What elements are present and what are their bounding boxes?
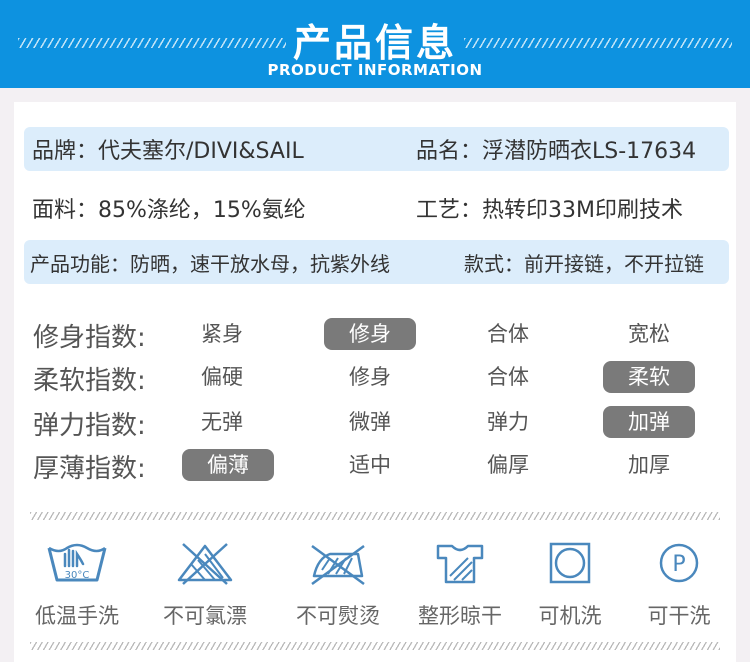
index-option-selected: 柔软 <box>603 361 695 393</box>
index-option: 无弹 <box>201 410 243 434</box>
care-item-line-dry: 整形晾干 <box>405 540 515 630</box>
index-option-selected: 修身 <box>324 318 416 350</box>
fabric-text: 面料：85%涤纶，15%氨纶 <box>32 198 306 223</box>
care-item-machine-wash: 可机洗 <box>515 540 625 630</box>
care-label: 可机洗 <box>538 604 602 628</box>
brand-text: 品牌：代夫塞尔/DIVI&SAIL <box>32 139 304 164</box>
index-option: 加厚 <box>628 453 670 477</box>
index-row-softness: 柔软指数: 偏硬 修身 合体 柔软 <box>0 356 750 396</box>
index-option: 偏硬 <box>201 365 243 389</box>
page-subtitle: PRODUCT INFORMATION <box>267 61 483 79</box>
index-option: 合体 <box>487 322 529 346</box>
care-item-hand-wash: 30°C 低温手洗 <box>22 540 132 630</box>
index-row-thickness: 厚薄指数: 偏薄 适中 偏厚 加厚 <box>0 444 750 484</box>
index-option: 修身 <box>349 365 391 389</box>
hand-wash-icon: 30°C <box>47 543 107 582</box>
index-label: 修身指数: <box>33 323 146 353</box>
index-option: 合体 <box>487 365 529 389</box>
index-option: 宽松 <box>628 322 670 346</box>
index-label: 柔软指数: <box>33 366 146 396</box>
index-option: 紧身 <box>201 322 243 346</box>
index-option-selected: 偏薄 <box>182 449 274 481</box>
care-item-dry-clean: P 可干洗 <box>624 540 734 630</box>
index-option: 微弹 <box>349 410 391 434</box>
header-banner: 产品信息 PRODUCT INFORMATION <box>0 0 750 88</box>
care-label: 不可熨烫 <box>296 604 380 628</box>
no-iron-icon <box>311 544 365 586</box>
craft-text: 工艺：热转印33M印刷技术 <box>416 198 683 223</box>
index-option-selected: 加弹 <box>603 406 695 438</box>
no-bleach-icon <box>177 543 233 585</box>
index-option: 偏厚 <box>487 453 529 477</box>
divider-bottom <box>30 642 720 650</box>
line-dry-icon <box>436 544 484 584</box>
index-label: 厚薄指数: <box>33 454 146 484</box>
index-option: 弹力 <box>487 410 529 434</box>
care-label: 可干洗 <box>647 604 711 628</box>
style-text: 款式：前开接链，不开拉链 <box>464 251 704 276</box>
info-row-brand: 品牌：代夫塞尔/DIVI&SAIL 品名：浮潜防晒衣LS-17634 <box>24 127 729 171</box>
care-item-no-bleach: 不可氯漂 <box>150 540 260 630</box>
dry-clean-icon: P <box>659 543 699 583</box>
index-row-fit: 修身指数: 紧身 修身 合体 宽松 <box>0 313 750 353</box>
svg-text:30°C: 30°C <box>65 570 90 581</box>
function-text: 产品功能：防晒，速干放水母，抗紫外线 <box>30 251 390 276</box>
machine-wash-icon <box>549 542 591 584</box>
svg-text:P: P <box>672 552 685 577</box>
divider-top <box>30 512 720 520</box>
care-label: 低温手洗 <box>35 604 119 628</box>
care-label: 整形晾干 <box>418 604 502 628</box>
index-label: 弹力指数: <box>33 411 146 441</box>
care-label: 不可氯漂 <box>163 604 247 628</box>
page-title: 产品信息 <box>292 21 457 65</box>
info-row-function: 产品功能：防晒，速干放水母，抗紫外线 款式：前开接链，不开拉链 <box>24 240 729 284</box>
care-item-no-iron: 不可熨烫 <box>283 540 393 630</box>
index-row-elasticity: 弹力指数: 无弹 微弹 弹力 加弹 <box>0 401 750 441</box>
info-row-fabric: 面料：85%涤纶，15%氨纶 工艺：热转印33M印刷技术 <box>24 186 729 230</box>
index-option: 适中 <box>349 453 391 477</box>
product-name-text: 品名：浮潜防晒衣LS-17634 <box>416 139 697 164</box>
